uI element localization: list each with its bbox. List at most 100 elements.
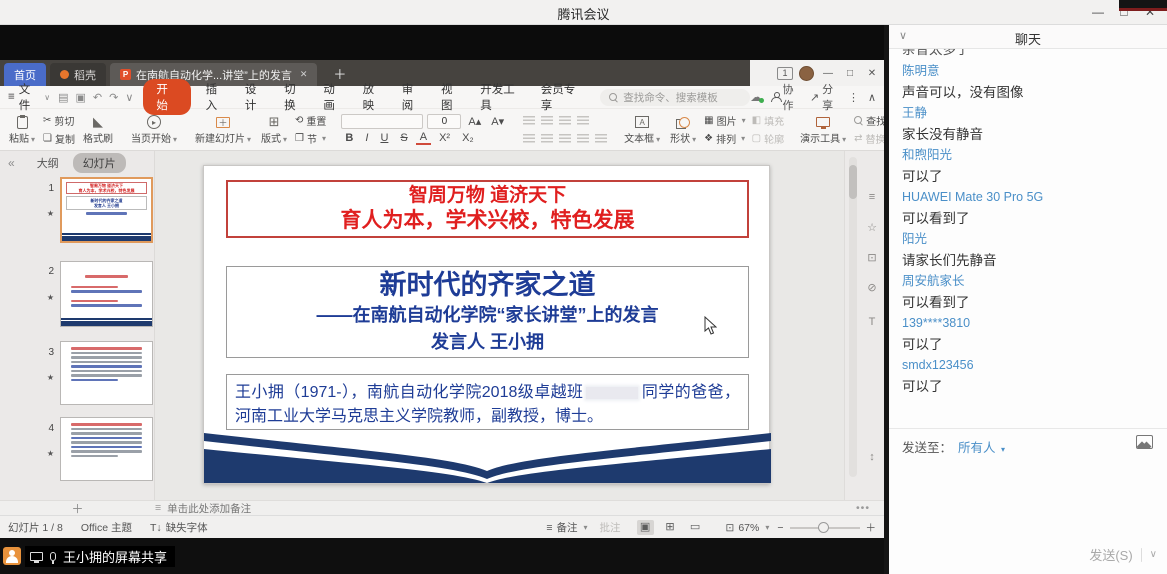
text-tool-icon[interactable]: T	[863, 316, 881, 328]
undo-icon[interactable]: ↶	[93, 91, 102, 104]
wps-user-avatar[interactable]	[799, 66, 814, 81]
fit-slide-button[interactable]: ⊡ 67% ▾	[726, 522, 770, 534]
paste-button[interactable]: 粘贴▾	[4, 111, 40, 148]
wps-restore-button[interactable]: □	[842, 68, 858, 79]
chat-sender[interactable]: 和煦阳光	[902, 145, 1167, 166]
chat-sender[interactable]: 139****3810	[902, 313, 1167, 334]
chat-sender[interactable]: 周安航家长	[902, 271, 1167, 292]
tab-design[interactable]: 设计	[236, 79, 275, 115]
tab-insert[interactable]: 插入	[197, 79, 236, 115]
tab-transition[interactable]: 切换	[275, 79, 314, 115]
send-target-dropdown[interactable]: 所有人 ▾	[958, 437, 1005, 456]
arrange-button[interactable]: ❖ 排列 ▾	[704, 131, 745, 146]
play-from-page-button[interactable]: ▸ 当页开始▾	[126, 111, 182, 148]
align-left-icon[interactable]	[523, 134, 535, 143]
align-center-icon[interactable]	[541, 134, 553, 143]
bullet-list-icon[interactable]	[523, 116, 535, 125]
save-icon[interactable]: ▤	[58, 91, 68, 104]
zoom-slider-knob[interactable]	[818, 522, 829, 533]
tab-slideshow[interactable]: 放映	[354, 79, 393, 115]
command-search-input[interactable]: 查找命令、搜索模板	[600, 89, 750, 106]
chat-input[interactable]	[889, 457, 1167, 534]
vertical-scrollbar[interactable]	[849, 157, 857, 477]
tab-docer[interactable]: 稻壳	[50, 63, 106, 86]
view-normal-button[interactable]: ▣	[637, 520, 654, 535]
tab-devtools[interactable]: 开发工具	[471, 79, 531, 115]
wps-close-button[interactable]: ✕	[864, 68, 880, 79]
find-button[interactable]: 查找	[854, 113, 886, 128]
tab-start[interactable]: 开始	[143, 79, 190, 115]
document-count-badge[interactable]: 1	[777, 67, 793, 80]
view-sorter-button[interactable]: ⊞	[662, 520, 679, 535]
file-menu[interactable]: ≡ 文件 ∨	[8, 81, 50, 113]
cut-button[interactable]: ✂ 剪切	[43, 113, 75, 128]
tab-member[interactable]: 会员专享	[532, 79, 592, 115]
font-name-input[interactable]	[341, 114, 423, 129]
justify-icon[interactable]	[577, 134, 589, 143]
layers-icon[interactable]: ⊡	[863, 251, 881, 264]
increase-font-button[interactable]: A▴	[465, 115, 484, 128]
send-image-button[interactable]	[1136, 435, 1153, 449]
number-list-icon[interactable]	[541, 116, 553, 125]
reset-button[interactable]: ⟲ 重置	[295, 113, 326, 128]
chat-sender[interactable]: 陈明意	[902, 61, 1167, 82]
font-color-button[interactable]: A	[416, 131, 431, 145]
slide-thumbnail-2[interactable]	[60, 261, 153, 327]
tab-slides[interactable]: 幻灯片	[73, 153, 126, 173]
section-button[interactable]: ❒ 节 ▾	[295, 131, 326, 146]
zoom-in-button[interactable]: ＋	[866, 520, 877, 535]
theme-name[interactable]: Office 主题	[81, 520, 132, 535]
decrease-font-button[interactable]: A▾	[488, 115, 507, 128]
chat-sender[interactable]: 阳光	[902, 229, 1167, 250]
picture-button[interactable]: ▦ 图片 ▾	[704, 113, 745, 128]
superscript-button[interactable]: X²	[435, 132, 454, 144]
strikethrough-button[interactable]: S	[396, 132, 411, 144]
add-slide-button[interactable]: ＋	[0, 500, 155, 517]
slide-thumbnail-4[interactable]	[60, 417, 153, 481]
tab-animation[interactable]: 动画	[314, 79, 353, 115]
chat-message-list[interactable]: 杂音太多了 陈明意 声音可以，没有图像 王静 家长没有静音 和煦阳光 可以了 H…	[889, 49, 1167, 397]
subscript-button[interactable]: X₂	[458, 132, 478, 144]
chat-sender[interactable]: smdx123456	[902, 355, 1167, 376]
collapse-panel-icon[interactable]: «	[8, 156, 15, 170]
tab-outline[interactable]: 大纲	[37, 155, 59, 171]
send-options-icon[interactable]: ∨	[1150, 549, 1157, 560]
presenter-tools-button[interactable]: 演示工具▾	[795, 111, 851, 148]
missing-font-warning[interactable]: T↓ 缺失字体	[150, 520, 208, 535]
slide-bio-box[interactable]: 王小拥（1971-），南航自动化学院2018级卓越班同学的爸爸，河南工业大学马克…	[226, 374, 749, 430]
font-size-input[interactable]: 0	[427, 114, 461, 129]
notes-toggle[interactable]: ≡ 备注 ▾	[546, 520, 587, 535]
copy-button[interactable]: ❏ 复制	[43, 131, 75, 146]
new-slide-button[interactable]: ＋ 新建幻灯片▾	[190, 111, 256, 148]
share-button[interactable]: ↗ 分享	[810, 81, 839, 113]
slide-canvas[interactable]: 智周万物 道济天下 育人为本，学术兴校，特色发展 新时代的齐家之道 ——在南航自…	[203, 165, 770, 484]
italic-button[interactable]: I	[361, 132, 372, 144]
collaborate-button[interactable]: 协作	[771, 81, 801, 113]
minimize-button[interactable]: —	[1085, 2, 1111, 22]
wps-minimize-button[interactable]: —	[820, 68, 836, 79]
underline-button[interactable]: U	[376, 132, 392, 144]
line-spacing-icon[interactable]	[595, 134, 607, 143]
chat-sender[interactable]: 王静	[902, 103, 1167, 124]
align-right-icon[interactable]	[559, 134, 571, 143]
properties-icon[interactable]: ≡	[863, 191, 881, 203]
redo-icon[interactable]: ↷	[109, 91, 118, 104]
format-painter-button[interactable]: ◣ 格式刷	[78, 111, 118, 148]
slide-motto-box[interactable]: 智周万物 道济天下 育人为本，学术兴校，特色发展	[226, 180, 749, 238]
print-icon[interactable]: ▣	[75, 91, 85, 104]
zoom-slider[interactable]: − ＋	[777, 520, 876, 535]
notes-placeholder[interactable]: 单击此处添加备注	[167, 501, 251, 516]
sharer-avatar[interactable]	[3, 547, 21, 565]
send-button[interactable]: 发送(S)	[1089, 545, 1132, 564]
collapse-ribbon-icon[interactable]: ∧	[868, 91, 876, 104]
cloud-sync-icon[interactable]: ☁	[750, 90, 762, 104]
effects-icon[interactable]: ☆	[863, 221, 881, 234]
tab-review[interactable]: 审阅	[393, 79, 432, 115]
slide-title-box[interactable]: 新时代的齐家之道 ——在南航自动化学院“家长讲堂”上的发言 发言人 王小拥	[226, 266, 749, 358]
page-updown-icon[interactable]: ↕	[863, 451, 881, 463]
tab-view[interactable]: 视图	[432, 79, 471, 115]
view-reading-button[interactable]: ▭	[687, 520, 704, 535]
chat-sender[interactable]: HUAWEI Mate 30 Pro 5G	[902, 187, 1167, 208]
customize-toolbar-icon[interactable]: ∨	[125, 91, 133, 104]
indent-increase-icon[interactable]	[577, 116, 589, 125]
